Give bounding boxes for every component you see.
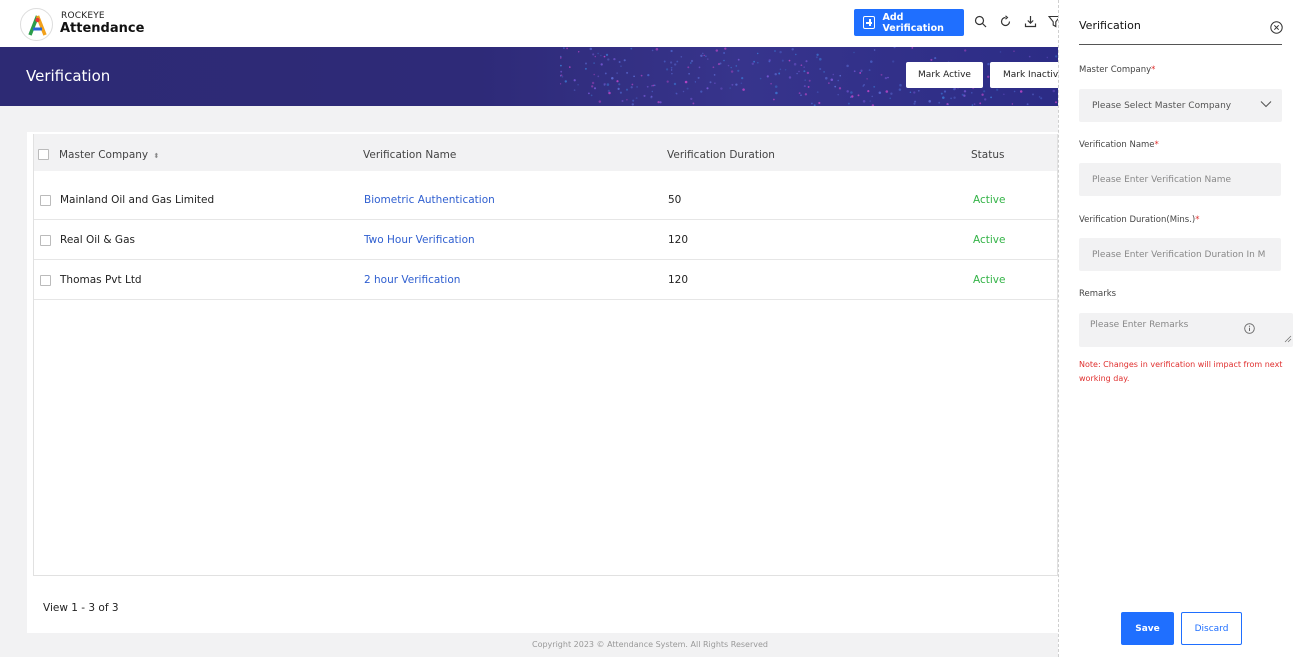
row-checkbox[interactable]	[40, 195, 51, 206]
resize-handle-icon[interactable]	[1284, 335, 1292, 346]
discard-button[interactable]: Discard	[1181, 612, 1242, 645]
cell-master-company: Thomas Pvt Ltd	[60, 274, 142, 286]
cell-master-company: Real Oil & Gas	[60, 234, 135, 246]
cell-verification-duration: 120	[668, 234, 689, 246]
cell-verification-name-link[interactable]: Two Hour Verification	[364, 234, 475, 246]
row-checkbox[interactable]	[40, 235, 51, 246]
app-logo[interactable]	[20, 8, 53, 41]
panel-divider	[1079, 44, 1282, 45]
mark-inactive-button[interactable]: Mark Inactive	[990, 62, 1058, 88]
save-button[interactable]: Save	[1121, 612, 1174, 645]
mark-active-button[interactable]: Mark Active	[906, 62, 983, 88]
add-verification-label: Add Verification	[882, 11, 944, 34]
remarks-label: Remarks	[1079, 289, 1117, 299]
chevron-down-icon	[1260, 100, 1272, 111]
table-header: Master Company ⬍ Verification Name Verif…	[34, 134, 1057, 174]
remarks-placeholder: Please Enter Remarks	[1090, 320, 1189, 330]
download-icon[interactable]	[1022, 13, 1038, 29]
table-row[interactable]: Thomas Pvt Ltd 2 hour Verification 120 A…	[34, 260, 1057, 300]
master-company-select-value: Please Select Master Company	[1092, 100, 1232, 111]
brand-name: ROCKEYE	[61, 11, 105, 21]
banner-decoration	[560, 47, 1058, 106]
cell-verification-name-link[interactable]: Biometric Authentication	[364, 194, 495, 206]
panel-title: Verification	[1079, 19, 1141, 32]
search-icon[interactable]	[972, 13, 988, 29]
sort-icon[interactable]: ⬍	[154, 152, 160, 160]
app-name: Attendance	[60, 21, 145, 36]
verification-name-label: Verification Name*	[1079, 140, 1159, 150]
info-icon[interactable]	[1244, 323, 1255, 337]
close-icon[interactable]	[1270, 21, 1283, 34]
column-label: Master Company	[59, 149, 149, 161]
row-checkbox[interactable]	[40, 275, 51, 286]
cell-status: Active	[973, 234, 1006, 246]
column-header-status: Status	[971, 149, 1005, 161]
select-all-checkbox[interactable]	[38, 149, 49, 160]
plus-icon	[863, 16, 876, 29]
page-title: Verification	[26, 67, 111, 85]
verification-side-panel: Verification Master Company* Please Sele…	[1058, 0, 1302, 657]
master-company-select[interactable]: Please Select Master Company	[1079, 89, 1282, 122]
copyright-text: Copyright 2023 © Attendance System. All …	[532, 640, 768, 649]
pagination-info: View 1 - 3 of 3	[43, 602, 119, 614]
verification-note: Note: Changes in verification will impac…	[1079, 360, 1283, 383]
cell-status: Active	[973, 274, 1006, 286]
column-header-verification-duration: Verification Duration	[667, 149, 775, 161]
verification-name-input[interactable]: Please Enter Verification Name	[1079, 163, 1281, 196]
table-row[interactable]: Real Oil & Gas Two Hour Verification 120…	[34, 220, 1057, 260]
column-header-verification-name: Verification Name	[363, 149, 457, 161]
cell-verification-duration: 50	[668, 194, 682, 206]
add-verification-button[interactable]: Add Verification	[854, 9, 964, 36]
verification-table: Master Company ⬍ Verification Name Verif…	[33, 134, 1058, 576]
cell-verification-name-link[interactable]: 2 hour Verification	[364, 274, 460, 286]
verification-duration-label: Verification Duration(Mins.)*	[1079, 215, 1200, 225]
refresh-icon[interactable]	[997, 13, 1013, 29]
page-banner: Verification Mark Active Mark Inactive	[0, 47, 1058, 106]
verification-table-card: Master Company ⬍ Verification Name Verif…	[27, 132, 1067, 633]
cell-status: Active	[973, 194, 1006, 206]
table-row[interactable]: Mainland Oil and Gas Limited Biometric A…	[34, 180, 1057, 220]
master-company-label: Master Company*	[1079, 65, 1156, 75]
cell-verification-duration: 120	[668, 274, 689, 286]
cell-master-company: Mainland Oil and Gas Limited	[60, 194, 215, 206]
remarks-textarea[interactable]: Please Enter Remarks	[1079, 313, 1293, 347]
column-header-master-company[interactable]: Master Company ⬍	[59, 149, 159, 161]
verification-duration-input[interactable]: Please Enter Verification Duration In M	[1079, 238, 1281, 271]
